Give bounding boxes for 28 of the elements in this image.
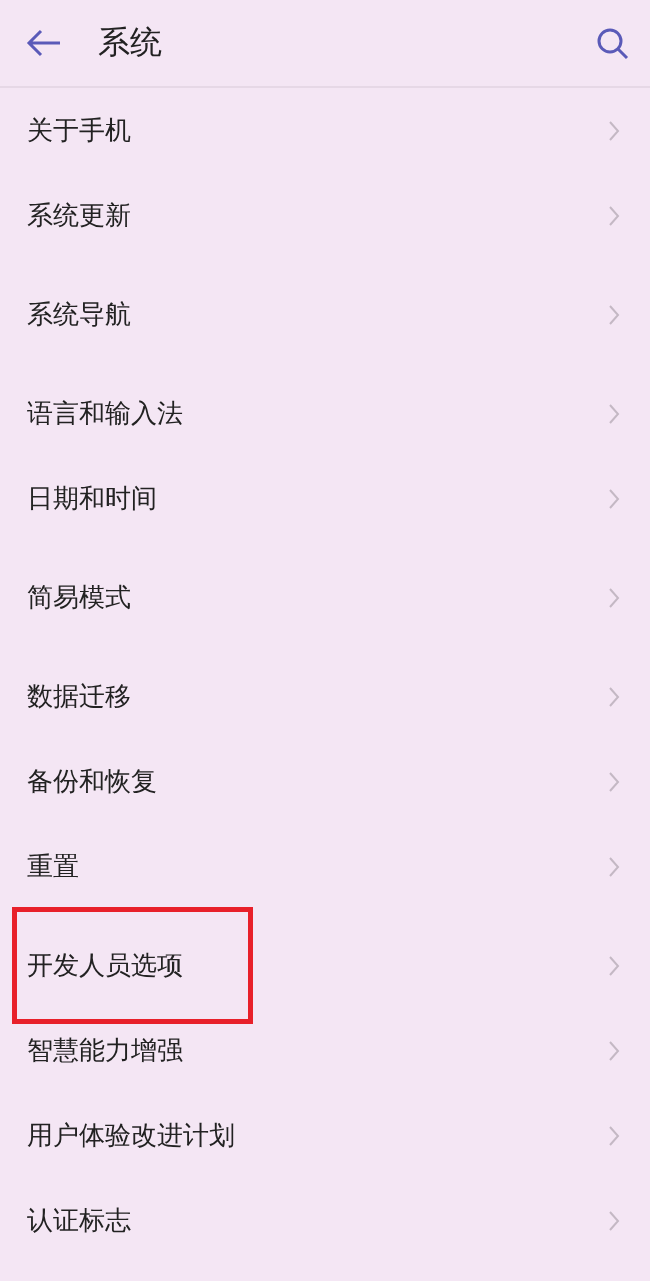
settings-item[interactable]: 开发人员选项 bbox=[0, 923, 650, 1008]
chevron-right-icon bbox=[608, 685, 620, 708]
settings-item[interactable]: 关于手机 bbox=[0, 88, 650, 173]
chevron-right-icon bbox=[608, 770, 620, 793]
chevron-right-icon bbox=[608, 954, 620, 977]
chevron-right-icon bbox=[608, 119, 620, 142]
settings-item[interactable]: 重置 bbox=[0, 824, 650, 909]
settings-item[interactable]: 认证标志 bbox=[0, 1178, 650, 1263]
settings-item[interactable]: 智慧能力增强 bbox=[0, 1008, 650, 1093]
chevron-right-icon bbox=[608, 402, 620, 425]
settings-item[interactable]: 系统更新 bbox=[0, 173, 650, 258]
chevron-right-icon bbox=[608, 855, 620, 878]
settings-item[interactable]: 日期和时间 bbox=[0, 456, 650, 541]
page-title: 系统 bbox=[98, 22, 163, 63]
settings-item[interactable]: 数据迁移 bbox=[0, 654, 650, 739]
chevron-right-icon bbox=[608, 1209, 620, 1232]
chevron-right-icon bbox=[608, 1124, 620, 1147]
chevron-right-icon bbox=[608, 1039, 620, 1062]
chevron-right-icon bbox=[608, 204, 620, 227]
settings-item[interactable]: 备份和恢复 bbox=[0, 739, 650, 824]
settings-item[interactable]: 简易模式 bbox=[0, 555, 650, 640]
settings-item[interactable]: 语言和输入法 bbox=[0, 371, 650, 456]
chevron-right-icon bbox=[608, 586, 620, 609]
chevron-right-icon bbox=[608, 487, 620, 510]
chevron-right-icon bbox=[608, 303, 620, 326]
settings-item[interactable]: 系统导航 bbox=[0, 272, 650, 357]
settings-item[interactable]: 用户体验改进计划 bbox=[0, 1093, 650, 1178]
back-arrow-icon[interactable] bbox=[26, 28, 62, 58]
